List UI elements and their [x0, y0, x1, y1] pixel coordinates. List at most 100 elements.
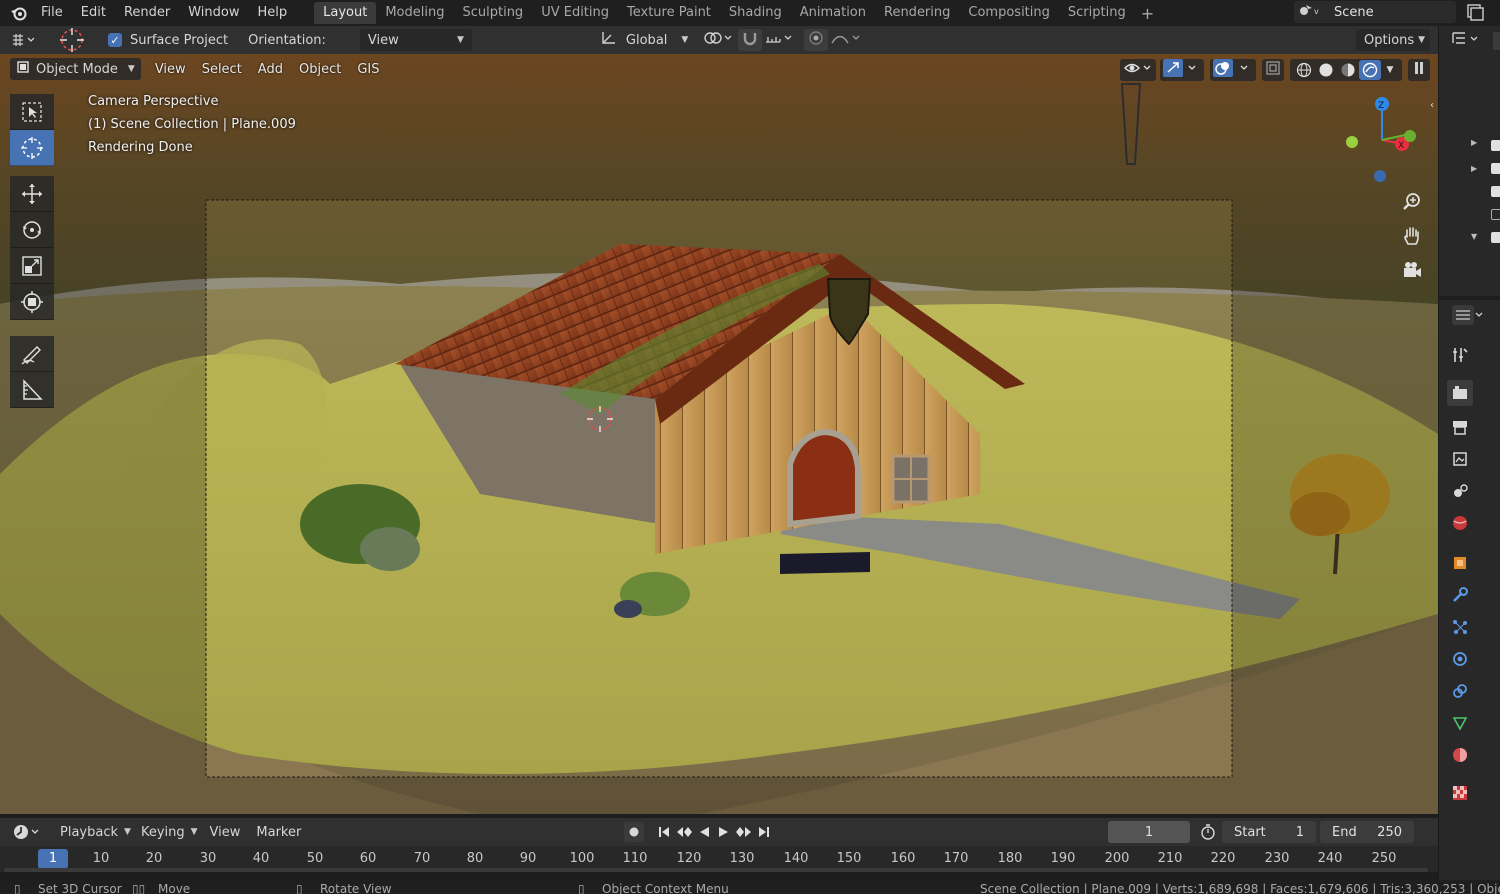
- tab-rendering[interactable]: Rendering: [875, 2, 959, 24]
- expand-arrow-icon[interactable]: ▶: [1471, 138, 1477, 147]
- tab-layout[interactable]: Layout: [314, 2, 377, 24]
- expand-arrow-icon[interactable]: ▶: [1471, 164, 1477, 173]
- jump-start-icon[interactable]: [654, 822, 674, 842]
- scale-tool-icon[interactable]: [10, 248, 54, 284]
- jump-end-icon[interactable]: [754, 822, 774, 842]
- timeline-menu-marker[interactable]: Marker: [256, 821, 301, 843]
- select-box-tool[interactable]: [10, 94, 54, 130]
- viewport-menu-gis[interactable]: GIS: [349, 62, 387, 77]
- viewport-menu-select[interactable]: Select: [194, 62, 250, 77]
- tab-scripting[interactable]: Scripting: [1059, 2, 1135, 24]
- transform-orientation-dropdown[interactable]: Global ▼: [600, 29, 688, 51]
- material-shading-icon[interactable]: [1337, 62, 1359, 78]
- editor-type-icon[interactable]: [10, 29, 46, 51]
- play-reverse-icon[interactable]: [694, 822, 714, 842]
- visibility-checkbox[interactable]: [1491, 209, 1500, 220]
- scene-selector[interactable]: v Scene: [1294, 1, 1456, 23]
- solid-shading-icon[interactable]: [1315, 62, 1337, 78]
- render-properties-tab-icon[interactable]: [1447, 380, 1473, 406]
- world-properties-tab-icon[interactable]: [1447, 510, 1473, 536]
- collapse-arrow-icon[interactable]: ▼: [1471, 232, 1477, 241]
- timeline-menu-keying[interactable]: Keying ▼: [141, 821, 198, 843]
- zoom-icon[interactable]: [1398, 188, 1426, 216]
- tab-compositing[interactable]: Compositing: [959, 2, 1059, 24]
- proportional-editing-toggle[interactable]: [804, 29, 829, 51]
- camera-view-icon[interactable]: [1398, 256, 1426, 284]
- menu-render[interactable]: Render: [115, 0, 179, 26]
- add-workspace-button[interactable]: +: [1135, 4, 1160, 23]
- constraint-properties-tab-icon[interactable]: [1447, 678, 1473, 704]
- gizmo-toggle[interactable]: [1160, 59, 1204, 81]
- menu-help[interactable]: Help: [249, 0, 297, 26]
- next-keyframe-icon[interactable]: [734, 822, 754, 842]
- start-frame-field[interactable]: Start 1: [1222, 821, 1316, 843]
- timeline-ruler[interactable]: 1 10 20 30 40 50 60 70 80 90 100 110 120…: [0, 846, 1438, 872]
- move-tool-icon[interactable]: [10, 176, 54, 212]
- surface-project-toggle[interactable]: ✓ Surface Project: [108, 29, 228, 51]
- menu-edit[interactable]: Edit: [72, 0, 115, 26]
- visibility-checkbox[interactable]: [1491, 232, 1500, 243]
- play-icon[interactable]: [714, 822, 734, 842]
- duplicate-scene-icon[interactable]: [1464, 2, 1486, 22]
- overlays-toggle[interactable]: [1210, 59, 1256, 81]
- current-frame-field[interactable]: 1: [1108, 821, 1190, 843]
- tab-texture-paint[interactable]: Texture Paint: [618, 2, 720, 24]
- tab-animation[interactable]: Animation: [791, 2, 875, 24]
- annotate-tool-icon[interactable]: [10, 336, 54, 372]
- viewport-menu-add[interactable]: Add: [250, 62, 291, 77]
- view-layer-tab-icon[interactable]: [1447, 446, 1473, 472]
- object-properties-tab-icon[interactable]: [1447, 550, 1473, 576]
- surface-project-checkbox[interactable]: ✓: [108, 33, 122, 47]
- visibility-checkbox[interactable]: [1491, 163, 1500, 174]
- navigation-gizmo[interactable]: Z X: [1338, 92, 1428, 188]
- stopwatch-icon[interactable]: [1200, 824, 1216, 844]
- timeline-scrollbar[interactable]: [4, 868, 1428, 872]
- viewport-menu-object[interactable]: Object: [291, 62, 349, 77]
- transform-tool-icon[interactable]: [10, 284, 54, 320]
- menu-window[interactable]: Window: [179, 0, 248, 26]
- visibility-checkbox[interactable]: [1491, 140, 1500, 151]
- 3d-viewport[interactable]: Object Mode ▼ View Select Add Object GIS…: [0, 54, 1438, 814]
- modifier-properties-tab-icon[interactable]: [1447, 582, 1473, 608]
- timeline-menu-view[interactable]: View: [210, 821, 241, 843]
- orientation-dropdown[interactable]: View ▼: [359, 29, 472, 51]
- tab-sculpting[interactable]: Sculpting: [453, 2, 532, 24]
- snap-toggle[interactable]: [738, 29, 763, 51]
- physics-properties-tab-icon[interactable]: [1447, 646, 1473, 672]
- visibility-dropdown[interactable]: [1120, 59, 1156, 81]
- prev-keyframe-icon[interactable]: [674, 822, 694, 842]
- tab-uv-editing[interactable]: UV Editing: [532, 2, 618, 24]
- menu-file[interactable]: File: [32, 0, 72, 26]
- chevron-down-icon[interactable]: ▼: [1381, 65, 1399, 75]
- outliner-filter-icon[interactable]: [1493, 32, 1500, 50]
- rotate-tool-icon[interactable]: [10, 212, 54, 248]
- tool-properties-tab-icon[interactable]: [1447, 342, 1473, 368]
- output-properties-tab-icon[interactable]: [1447, 414, 1473, 440]
- end-frame-field[interactable]: End 250: [1320, 821, 1414, 843]
- properties-editor-type-icon[interactable]: [1451, 304, 1485, 330]
- record-icon[interactable]: [624, 822, 644, 842]
- data-properties-tab-icon[interactable]: [1447, 710, 1473, 736]
- tab-shading[interactable]: Shading: [720, 2, 791, 24]
- cursor-tool-button[interactable]: [10, 130, 54, 166]
- particle-properties-tab-icon[interactable]: [1447, 614, 1473, 640]
- timeline-menu-playback[interactable]: Playback ▼: [60, 821, 131, 843]
- options-dropdown[interactable]: Options ▼: [1356, 29, 1430, 51]
- visibility-checkbox[interactable]: [1491, 186, 1500, 197]
- rendered-shading-icon[interactable]: [1359, 60, 1381, 80]
- falloff-dropdown[interactable]: [830, 29, 864, 51]
- snap-target-dropdown[interactable]: [764, 29, 796, 51]
- material-properties-tab-icon[interactable]: [1447, 742, 1473, 768]
- blender-logo-icon[interactable]: [6, 0, 32, 26]
- timeline-editor-type-icon[interactable]: [12, 821, 44, 843]
- scene-properties-tab-icon[interactable]: [1447, 478, 1473, 504]
- texture-properties-tab-icon[interactable]: [1447, 780, 1473, 806]
- tab-modeling[interactable]: Modeling: [376, 2, 453, 24]
- object-mode-dropdown[interactable]: Object Mode ▼: [10, 58, 141, 80]
- sidebar-collapse-icon[interactable]: ‹: [1430, 100, 1434, 111]
- cursor-tool-icon[interactable]: [58, 28, 92, 52]
- sidebar-toggle[interactable]: [1408, 59, 1430, 81]
- viewport-menu-view[interactable]: View: [147, 62, 194, 77]
- pan-hand-icon[interactable]: [1398, 222, 1426, 250]
- wireframe-shading-icon[interactable]: [1293, 62, 1315, 78]
